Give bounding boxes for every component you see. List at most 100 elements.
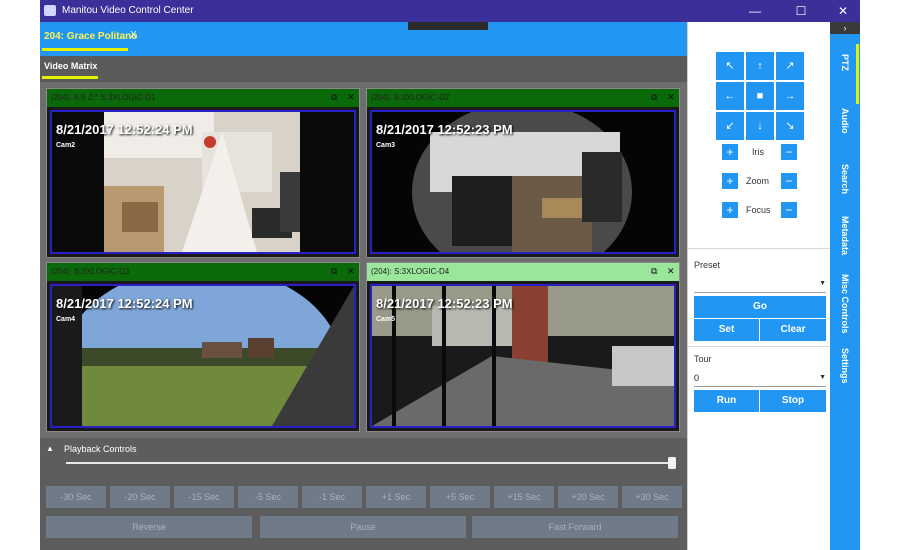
iris-label: Iris: [752, 147, 764, 157]
playback-title: Playback Controls: [64, 444, 137, 454]
video-timestamp: 8/21/2017 12:52:23 PM: [376, 122, 513, 137]
pan-home-button[interactable]: ■: [746, 82, 774, 110]
playback-slider[interactable]: [66, 462, 674, 464]
pan-right-button[interactable]: →: [776, 82, 804, 110]
tour-run-button[interactable]: Run: [694, 390, 759, 412]
video-cell-title: (204): S:3XLOGIC-D2: [371, 93, 450, 102]
subtab-bar: Video Matrix: [40, 56, 687, 82]
tour-stop-button[interactable]: Stop: [760, 390, 826, 412]
iris-plus-button[interactable]: +: [722, 144, 738, 160]
pan-down-right-button[interactable]: ↘: [776, 112, 804, 140]
video-cell-4[interactable]: (204): S:3XLOGIC-D4 ⧉ ✕ 8/21/2017 12:52:…: [366, 262, 680, 432]
zoom-plus-button[interactable]: +: [722, 173, 738, 189]
seek-minus-30-button[interactable]: -30 Sec: [46, 486, 106, 508]
video-timestamp: 8/21/2017 12:52:23 PM: [376, 296, 513, 311]
popout-icon[interactable]: ⧉: [651, 92, 657, 103]
tab-misc-controls-label: Misc Controls: [840, 274, 850, 334]
drag-handle[interactable]: [408, 22, 488, 30]
divider: [688, 346, 831, 347]
video-cell-header: (204): S:3XLOGIC-D3 ⧉ ✕: [47, 263, 359, 281]
playback-slider-thumb[interactable]: [668, 457, 676, 469]
seek-plus-5-button[interactable]: +5 Sec: [430, 486, 490, 508]
minimize-button[interactable]: —: [740, 0, 770, 22]
preset-select[interactable]: ▼: [694, 279, 826, 293]
seek-minus-5-button[interactable]: -5 Sec: [238, 486, 298, 508]
seek-minus-15-button[interactable]: -15 Sec: [174, 486, 234, 508]
tab-active-indicator: [42, 48, 128, 51]
video-feed[interactable]: 8/21/2017 12:52:23 PM Cam5: [370, 284, 676, 428]
tab-search[interactable]: Search: [830, 164, 860, 204]
side-tab-bar: › PTZ Audio Search Metadata Misc Control…: [830, 22, 860, 550]
video-cell-1[interactable]: (204): A:5 Z:* S:3XLOGIC-D1 ⧉ ✕ 8/21/201…: [46, 88, 360, 258]
camera-label: Cam2: [56, 142, 76, 149]
tab-video-matrix[interactable]: Video Matrix: [44, 61, 97, 71]
video-timestamp: 8/21/2017 12:52:24 PM: [56, 122, 193, 137]
video-cell-2[interactable]: (204): S:3XLOGIC-D2 ⧉ ✕ 8/21/2017 12:52:…: [366, 88, 680, 258]
seek-plus-30-button[interactable]: +30 Sec: [622, 486, 682, 508]
seek-plus-15-button[interactable]: +15 Sec: [494, 486, 554, 508]
tab-close-icon[interactable]: X: [130, 30, 137, 41]
collapse-panel-icon[interactable]: ›: [830, 22, 860, 34]
pan-down-button[interactable]: ↓: [746, 112, 774, 140]
close-window-button[interactable]: ✕: [828, 0, 858, 22]
video-feed[interactable]: 8/21/2017 12:52:23 PM Cam3: [370, 110, 676, 254]
close-icon[interactable]: ✕: [667, 266, 675, 277]
tab-search-label: Search: [840, 164, 850, 195]
tab-bar: 204: Grace Politano X: [40, 22, 687, 56]
divider: [688, 248, 831, 249]
collapse-icon[interactable]: ▲: [46, 444, 54, 453]
video-cell-3[interactable]: (204): S:3XLOGIC-D3 ⧉ ✕ 8/21/2017 12:52:…: [46, 262, 360, 432]
video-timestamp: 8/21/2017 12:52:24 PM: [56, 296, 193, 311]
iris-minus-button[interactable]: −: [781, 144, 797, 160]
focus-label: Focus: [746, 205, 771, 215]
video-cell-header: (204): A:5 Z:* S:3XLOGIC-D1 ⧉ ✕: [47, 89, 359, 107]
seek-plus-20-button[interactable]: +20 Sec: [558, 486, 618, 508]
close-icon[interactable]: ✕: [347, 92, 355, 103]
pan-up-left-button[interactable]: ↖: [716, 52, 744, 80]
video-feed[interactable]: 8/21/2017 12:52:24 PM Cam4: [50, 284, 356, 428]
tab-settings[interactable]: Settings: [830, 348, 860, 398]
fast-forward-button[interactable]: Fast Forward: [472, 516, 678, 538]
video-cell-title: (204): A:5 Z:* S:3XLOGIC-D1: [51, 93, 156, 102]
seek-plus-1-button[interactable]: +1 Sec: [366, 486, 426, 508]
camera-label: Cam4: [56, 316, 76, 323]
seek-minus-20-button[interactable]: -20 Sec: [110, 486, 170, 508]
tour-select[interactable]: 0 ▼: [694, 373, 826, 387]
close-icon[interactable]: ✕: [667, 92, 675, 103]
pan-down-left-button[interactable]: ↙: [716, 112, 744, 140]
tab-ptz-label: PTZ: [840, 54, 850, 71]
close-icon[interactable]: ✕: [347, 266, 355, 277]
popout-icon[interactable]: ⧉: [331, 266, 337, 277]
tour-value: 0: [694, 373, 700, 383]
pan-up-button[interactable]: ↑: [746, 52, 774, 80]
video-feed[interactable]: 8/21/2017 12:52:24 PM Cam2: [50, 110, 356, 254]
zoom-label: Zoom: [746, 176, 770, 186]
tab-ptz[interactable]: PTZ: [830, 54, 860, 94]
tab-misc-controls[interactable]: Misc Controls: [830, 274, 860, 344]
chevron-down-icon: ▼: [819, 280, 826, 287]
focus-minus-button[interactable]: −: [781, 202, 797, 218]
popout-icon[interactable]: ⧉: [651, 266, 657, 277]
pan-left-button[interactable]: ←: [716, 82, 744, 110]
preset-go-button[interactable]: Go: [694, 296, 826, 318]
maximize-button[interactable]: ☐: [786, 0, 816, 22]
tab-account[interactable]: 204: Grace Politano: [44, 31, 137, 42]
reverse-button[interactable]: Reverse: [46, 516, 252, 538]
tab-settings-label: Settings: [840, 348, 850, 384]
preset-set-button[interactable]: Set: [694, 319, 759, 341]
tab-audio[interactable]: Audio: [830, 108, 860, 148]
seek-minus-1-button[interactable]: -1 Sec: [302, 486, 362, 508]
tab-audio-label: Audio: [840, 108, 850, 134]
preset-label: Preset: [694, 260, 721, 270]
popout-icon[interactable]: ⧉: [331, 92, 337, 103]
title-bar: Manitou Video Control Center — ☐ ✕: [40, 0, 860, 22]
subtab-active-indicator: [42, 76, 98, 79]
pause-button[interactable]: Pause: [260, 516, 466, 538]
video-cell-title: (204): S:3XLOGIC-D3: [51, 267, 130, 276]
preset-clear-button[interactable]: Clear: [760, 319, 826, 341]
focus-plus-button[interactable]: +: [722, 202, 738, 218]
tab-metadata[interactable]: Metadata: [830, 216, 860, 266]
pan-up-right-button[interactable]: ↗: [776, 52, 804, 80]
zoom-minus-button[interactable]: −: [781, 173, 797, 189]
ptz-panel: ↖ ↑ ↗ ← ■ → ↙ ↓ ↘ + Iris − + Zoom − + Fo…: [687, 22, 831, 550]
